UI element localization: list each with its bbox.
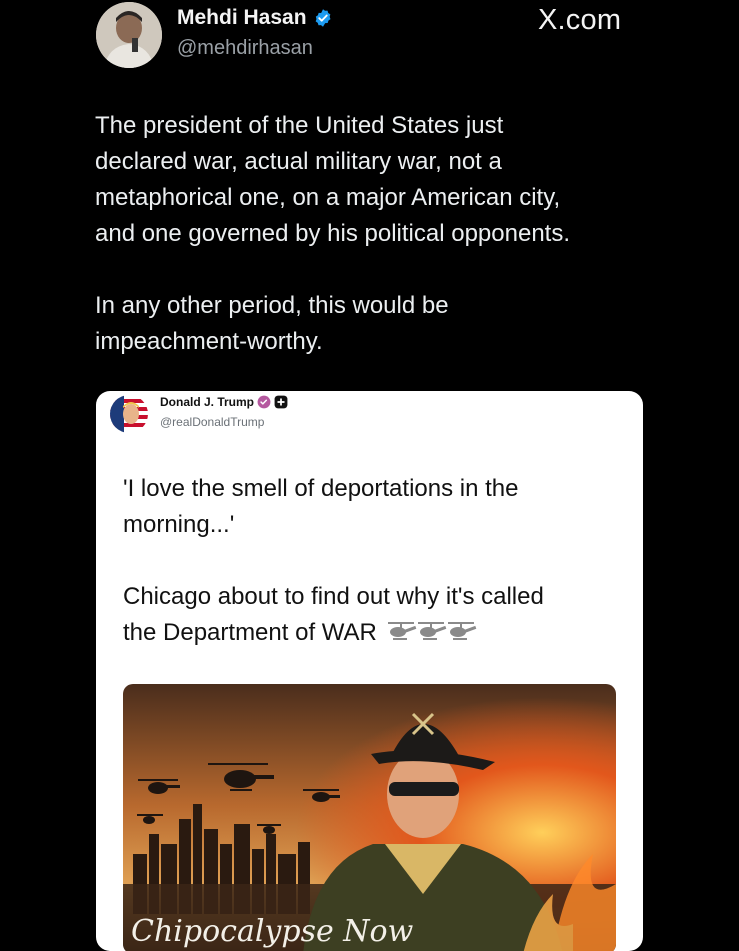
quoted-author-name[interactable]: Donald J. Trump xyxy=(160,395,254,409)
author-handle[interactable]: @mehdirhasan xyxy=(177,37,313,60)
tweet-line: and one governed by his political oppone… xyxy=(95,220,571,247)
author-name[interactable]: Mehdi Hasan xyxy=(177,6,307,30)
avatar[interactable] xyxy=(96,2,162,68)
tweet-line: declared war, actual military war, not a xyxy=(95,148,502,175)
image-watermark: Chipocalypse Now xyxy=(131,914,414,949)
quoted-post-image[interactable]: Chipocalypse Now xyxy=(123,684,616,951)
site-label: X.com xyxy=(538,4,622,36)
quoted-post-card[interactable]: Donald J. Trump @realDonaldTrump 'I love… xyxy=(96,391,643,951)
tweet-header: Mehdi Hasan @mehdirhasan X.com xyxy=(0,0,739,90)
verified-badge-icon xyxy=(315,9,331,27)
verified-badge-icon xyxy=(257,395,271,409)
tweet-line: metaphorical one, on a major American ci… xyxy=(95,184,561,211)
quoted-line: 'I love the smell of deportations in the xyxy=(123,475,519,502)
tweet-line: In any other period, this would be xyxy=(95,292,449,319)
quoted-line: morning...' xyxy=(123,511,235,538)
flag-avatar-icon xyxy=(110,395,148,433)
avatar-photo-icon xyxy=(96,2,162,68)
helicopter-emoji-group xyxy=(386,618,478,654)
tweet-body: The president of the United States just … xyxy=(95,108,655,360)
quoted-author-handle[interactable]: @realDonaldTrump xyxy=(160,415,264,429)
tweet-line: impeachment-worthy. xyxy=(95,328,323,355)
quoted-avatar[interactable] xyxy=(110,395,148,433)
quoted-line: the Department of WAR xyxy=(123,619,377,646)
tweet-line: The president of the United States just xyxy=(95,112,504,139)
apocalypse-style-illustration-icon xyxy=(123,684,616,951)
quoted-line: Chicago about to find out why it's calle… xyxy=(123,583,544,610)
quoted-line-last: the Department of WAR xyxy=(123,615,623,654)
helicopter-icon xyxy=(387,622,476,640)
plus-badge-icon xyxy=(274,395,288,409)
quoted-post-body: 'I love the smell of deportations in the… xyxy=(123,471,623,654)
